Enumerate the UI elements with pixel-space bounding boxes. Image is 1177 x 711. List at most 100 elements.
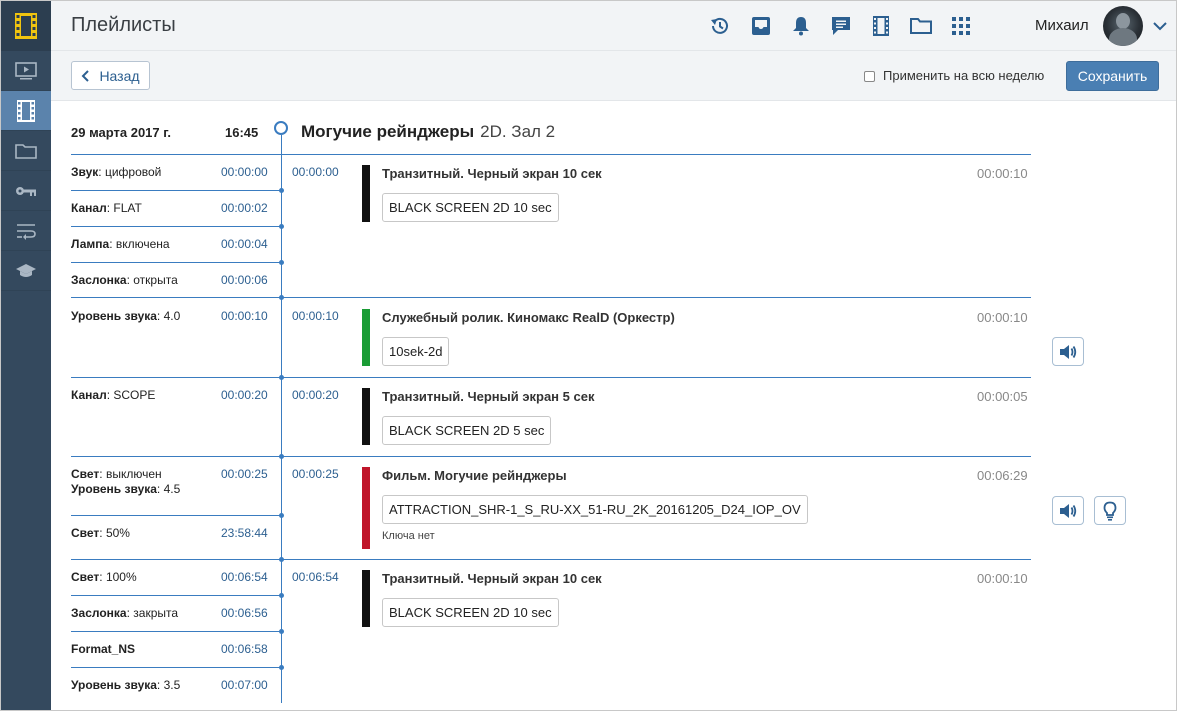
- toolbar: Назад Применить на всю неделю Сохранить: [51, 51, 1176, 101]
- event-time[interactable]: 00:00:06: [221, 273, 268, 287]
- event-label[interactable]: Заслонка: открыта: [71, 273, 178, 287]
- session-title: Могучие рейнджеры 2D. Зал 2: [301, 122, 555, 142]
- event-time[interactable]: 00:00:04: [221, 237, 268, 251]
- timeline-dot: [279, 295, 284, 300]
- films-button[interactable]: [869, 14, 893, 38]
- event-time[interactable]: 00:00:10: [221, 309, 268, 323]
- lightbulb-icon: [1103, 501, 1117, 521]
- sound-level-button[interactable]: [1052, 337, 1084, 366]
- block-duration: 00:00:10: [977, 310, 1028, 325]
- sidebar-item-player[interactable]: [1, 51, 51, 91]
- timeline-dot: [279, 629, 284, 634]
- chevron-left-icon: [82, 69, 90, 82]
- movie-title: Могучие рейнджеры: [301, 122, 475, 141]
- block-color-bar: [362, 467, 370, 549]
- event-time[interactable]: 00:00:02: [221, 201, 268, 215]
- event-time[interactable]: 00:06:56: [221, 606, 268, 620]
- key-icon: [16, 186, 36, 196]
- sidebar-item-playlists[interactable]: [1, 91, 51, 131]
- history-button[interactable]: [708, 14, 732, 38]
- timeline-dot: [279, 375, 284, 380]
- event-separator: [71, 631, 281, 632]
- block-separator: [71, 559, 1031, 560]
- block-file[interactable]: BLACK SCREEN 2D 5 sec: [382, 416, 552, 445]
- timeline-line: [281, 135, 282, 703]
- top-bar: Плейлисты Михаил: [51, 1, 1176, 51]
- event-time[interactable]: 00:07:00: [221, 678, 268, 692]
- event-label[interactable]: Уровень звука: 3.5: [71, 678, 180, 692]
- event-time[interactable]: 00:06:54: [221, 570, 268, 584]
- event-label[interactable]: Свет: 100%: [71, 570, 137, 584]
- event-label[interactable]: Заслонка: закрыта: [71, 606, 178, 620]
- block-file[interactable]: BLACK SCREEN 2D 10 sec: [382, 193, 559, 222]
- event-label[interactable]: Уровень звука: 4.0: [71, 309, 180, 323]
- event-separator: [71, 515, 281, 516]
- event-time[interactable]: 00:00:20: [221, 388, 268, 402]
- block-title[interactable]: Служебный ролик. Киномакс RealD (Оркестр…: [382, 310, 675, 325]
- sound-level-button[interactable]: [1052, 496, 1084, 525]
- block-file[interactable]: ATTRACTION_SHR-1_S_RU-XX_51-RU_2K_201612…: [382, 495, 808, 524]
- chat-icon: [832, 17, 850, 35]
- save-button[interactable]: Сохранить: [1066, 61, 1159, 91]
- event-time[interactable]: 00:06:58: [221, 642, 268, 656]
- block-title[interactable]: Транзитный. Черный экран 5 сек: [382, 389, 594, 404]
- playlist-content: 29 марта 2017 г. 16:45 Могучие рейнджеры…: [51, 101, 1176, 710]
- timeline-start-marker: [274, 121, 288, 135]
- block-title[interactable]: Транзитный. Черный экран 10 сек: [382, 571, 602, 586]
- event-label[interactable]: Свет: выключен: [71, 467, 162, 481]
- user-menu-toggle[interactable]: [1151, 17, 1169, 35]
- folders-button[interactable]: [909, 14, 933, 38]
- sidebar-item-folders[interactable]: [1, 131, 51, 171]
- timeline-dot: [279, 557, 284, 562]
- event-label[interactable]: Format_NS: [71, 642, 135, 656]
- event-separator: [71, 226, 281, 227]
- sidebar-item-transitions[interactable]: [1, 211, 51, 251]
- block-start-time[interactable]: 00:00:00: [292, 165, 339, 179]
- block-color-bar: [362, 165, 370, 222]
- event-time[interactable]: 00:00:00: [221, 165, 268, 179]
- inbox-button[interactable]: [749, 14, 773, 38]
- chevron-down-icon: [1153, 22, 1167, 31]
- timeline-dot: [279, 665, 284, 670]
- block-file[interactable]: 10sek-2d: [382, 337, 450, 366]
- page-title: Плейлисты: [71, 14, 176, 36]
- apply-week-label[interactable]: Применить на всю неделю: [883, 68, 1044, 83]
- user-name[interactable]: Михаил: [1035, 17, 1089, 34]
- session-date: 29 марта 2017 г.: [71, 125, 171, 140]
- app-logo[interactable]: [1, 1, 51, 51]
- event-time[interactable]: 00:00:25: [221, 467, 268, 481]
- inbox-icon: [752, 17, 770, 35]
- history-icon: [711, 17, 728, 34]
- event-separator: [71, 595, 281, 596]
- apps-button[interactable]: [949, 14, 973, 38]
- back-button[interactable]: Назад: [71, 61, 150, 90]
- sidebar-item-keys[interactable]: [1, 171, 51, 211]
- block-start-time[interactable]: 00:00:20: [292, 388, 339, 402]
- block-title[interactable]: Транзитный. Черный экран 10 сек: [382, 166, 602, 181]
- sidebar: [1, 1, 51, 710]
- event-label[interactable]: Лампа: включена: [71, 237, 170, 251]
- grid-icon: [952, 17, 970, 35]
- light-button[interactable]: [1094, 496, 1126, 525]
- messages-button[interactable]: [829, 14, 853, 38]
- block-start-time[interactable]: 00:00:10: [292, 309, 339, 323]
- event-label[interactable]: Звук: цифровой: [71, 165, 161, 179]
- wrap-icon: [17, 223, 36, 240]
- notifications-button[interactable]: [789, 14, 813, 38]
- apply-week-checkbox[interactable]: [864, 71, 875, 82]
- sidebar-item-education[interactable]: [1, 251, 51, 291]
- block-file[interactable]: BLACK SCREEN 2D 10 sec: [382, 598, 559, 627]
- block-title[interactable]: Фильм. Могучие рейнджеры: [382, 468, 567, 483]
- session-time: 16:45: [225, 125, 259, 140]
- event-label[interactable]: Уровень звука: 4.5: [71, 482, 180, 496]
- block-color-bar: [362, 570, 370, 627]
- block-separator: [71, 377, 1031, 378]
- event-label[interactable]: Канал: SCOPE: [71, 388, 155, 402]
- timeline-dot: [279, 454, 284, 459]
- event-label[interactable]: Канал: FLAT: [71, 201, 142, 215]
- avatar[interactable]: [1103, 6, 1143, 46]
- event-label[interactable]: Свет: 50%: [71, 526, 130, 540]
- block-start-time[interactable]: 00:06:54: [292, 570, 339, 584]
- event-time[interactable]: 23:58:44: [221, 526, 268, 540]
- block-start-time[interactable]: 00:00:25: [292, 467, 339, 481]
